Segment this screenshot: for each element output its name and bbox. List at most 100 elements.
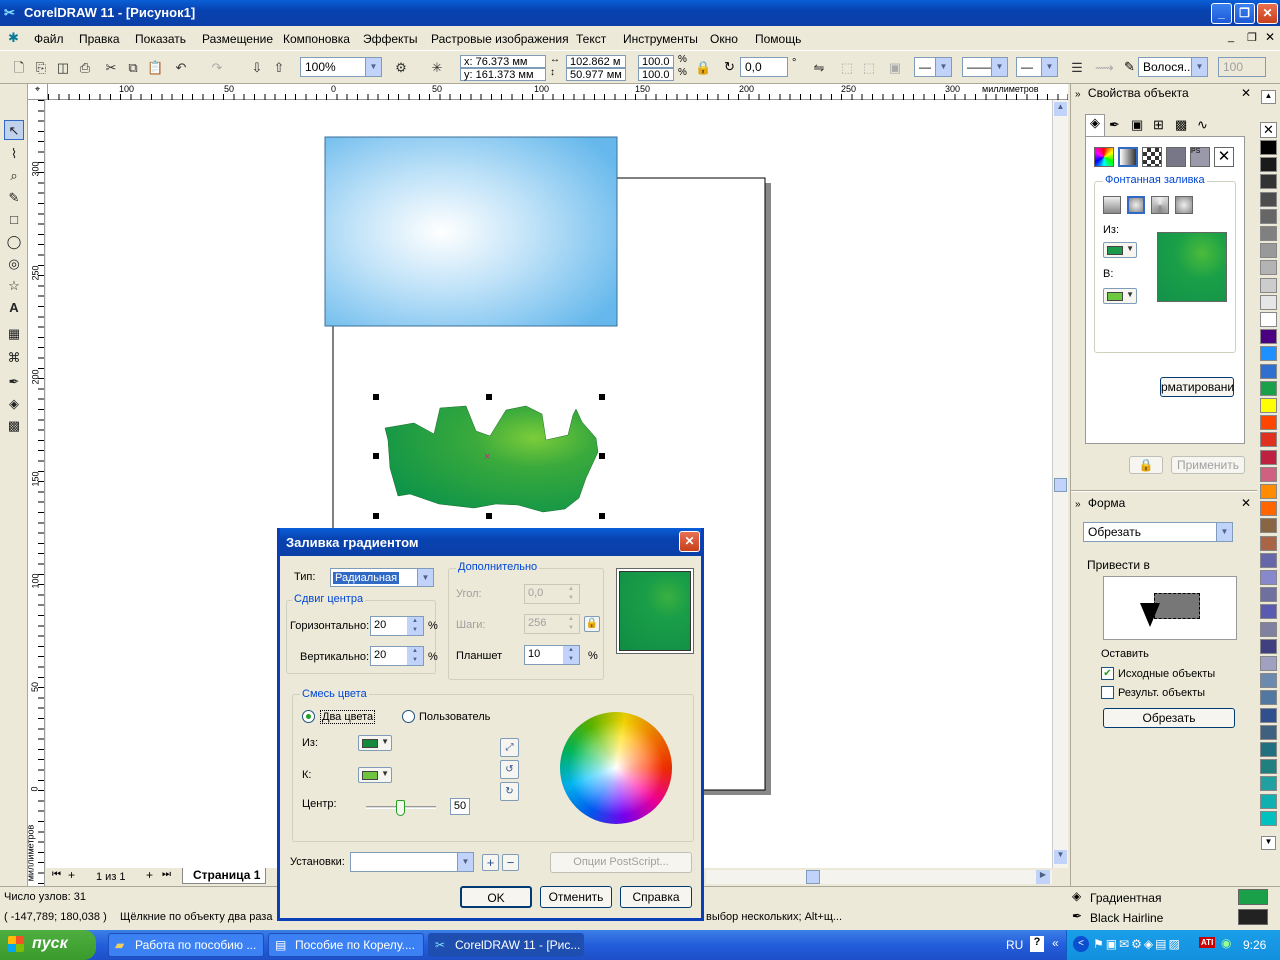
add-preset-icon[interactable]: + (482, 854, 499, 871)
palette-swatch[interactable] (1260, 208, 1277, 224)
y-position-field[interactable]: y: 161.373 мм (460, 68, 546, 81)
steps-lock-icon[interactable]: 🔒 (584, 616, 600, 632)
menu-layout[interactable]: Размещение (202, 32, 273, 46)
palette-up-icon[interactable]: ▲ (1261, 90, 1276, 104)
curve-tab-icon[interactable]: ∿ (1197, 117, 1208, 133)
palette-swatch[interactable] (1260, 759, 1277, 775)
palette-down-icon[interactable]: ▼ (1261, 836, 1276, 850)
polygon-tool-icon[interactable]: ☆ (4, 276, 24, 296)
menu-window[interactable]: Окно (710, 32, 738, 46)
vertical-scrollbar[interactable]: ▲ ▼ (1052, 100, 1068, 868)
vertical-ruler[interactable]: 300 250 200 150 100 50 0 миллиметров (25, 100, 45, 886)
taskbar-item-3[interactable]: ✂ CorelDRAW 11 - [Рис... (428, 933, 584, 957)
copy-icon[interactable]: ⧉ (124, 58, 142, 76)
no-fill-icon[interactable]: ✕ (1214, 147, 1234, 167)
pad-field[interactable]: 10 ▲ ▼ (524, 645, 580, 665)
conical-type-icon[interactable] (1151, 196, 1169, 214)
mid-point-value[interactable]: 50 (450, 798, 470, 815)
palette-swatch[interactable] (1260, 380, 1277, 396)
help-button[interactable]: Справка (620, 886, 692, 908)
height-field[interactable]: 50.977 мм (566, 68, 626, 81)
linear-type-icon[interactable] (1103, 196, 1121, 214)
presets-select[interactable]: ▼ (350, 852, 474, 872)
texture-fill-icon[interactable] (1166, 147, 1186, 167)
zoom-select[interactable]: 100% ▼ (300, 57, 382, 77)
horizontal-field[interactable]: 20 ▲ ▼ (370, 616, 424, 636)
help-tray-icon[interactable]: ? (1030, 936, 1044, 952)
options-icon[interactable]: ✳ (428, 58, 446, 76)
from-color-picker[interactable]: ▼ (358, 735, 392, 751)
doc-close-button[interactable]: ✕ (1265, 30, 1275, 44)
new-icon[interactable]: 🗋 (10, 58, 28, 76)
result-objects-checkbox[interactable] (1101, 686, 1114, 699)
palette-swatch[interactable] (1260, 312, 1277, 327)
scroll-right-icon[interactable]: ▶ (1036, 870, 1050, 884)
two-color-radio[interactable] (302, 710, 315, 723)
add-page-end-icon[interactable]: + (146, 868, 153, 882)
palette-swatch[interactable] (1260, 810, 1277, 826)
mid-point-slider[interactable] (366, 800, 436, 816)
uniform-fill-icon[interactable] (1094, 147, 1114, 167)
hscroll-thumb[interactable] (806, 870, 820, 884)
start-button[interactable]: пуск (0, 930, 96, 960)
scroll-up-icon[interactable]: ▲ (1054, 102, 1067, 116)
palette-swatch[interactable] (1260, 449, 1277, 465)
tab-page-1[interactable]: Страница 1 (182, 868, 266, 884)
palette-swatch[interactable] (1260, 724, 1277, 740)
format-button[interactable]: рматировани (1160, 377, 1234, 397)
close-icon[interactable]: ✕ (1241, 496, 1251, 510)
custom-radio[interactable] (402, 710, 415, 723)
menu-edit[interactable]: Правка (79, 32, 120, 46)
add-page-icon[interactable]: + (68, 868, 75, 882)
to-color-picker[interactable]: ▼ (1103, 288, 1137, 304)
weld-icon[interactable]: ⬚ (838, 58, 856, 76)
spin-arrows-icon[interactable]: ▲ ▼ (407, 617, 423, 635)
palette-swatch[interactable] (1260, 535, 1277, 551)
palette-swatch[interactable] (1260, 140, 1277, 155)
transparency-tab-icon[interactable]: ▩ (1175, 117, 1187, 133)
menu-help[interactable]: Помощь (755, 32, 801, 46)
export-icon[interactable]: ⇧ (270, 58, 288, 76)
direct-blend-icon[interactable]: ⤢ (500, 738, 519, 757)
menu-file[interactable]: Файл (34, 32, 64, 46)
palette-swatch[interactable] (1260, 604, 1277, 620)
spin-arrows-icon[interactable]: ▲ ▼ (407, 647, 423, 665)
palette-swatch[interactable] (1260, 518, 1277, 534)
snap-icon[interactable]: ⚙ (392, 58, 410, 76)
no-color-swatch[interactable]: ✕ (1260, 122, 1277, 138)
trim-icon[interactable]: ⬚ (860, 58, 878, 76)
palette-swatch[interactable] (1260, 277, 1277, 293)
to-curves-icon[interactable]: ⟿ (1094, 58, 1114, 76)
size-tab-icon[interactable]: ▣ (1131, 117, 1143, 133)
save-icon[interactable]: ◫ (54, 58, 72, 76)
close-button[interactable]: ✕ (1257, 3, 1278, 24)
palette-swatch[interactable] (1260, 742, 1277, 757)
taskbar-item-2[interactable]: ▤ Пособие по Корелу.... (268, 933, 424, 957)
rectangle-tool-icon[interactable]: □ (4, 210, 24, 230)
palette-swatch[interactable] (1260, 673, 1277, 689)
ruler-corner[interactable]: ⌖ (28, 84, 48, 100)
scroll-down-icon[interactable]: ▼ (1054, 850, 1067, 864)
slider-thumb[interactable] (396, 800, 405, 816)
doc-restore-button[interactable]: ❐ (1247, 31, 1257, 44)
angle-field[interactable]: 0,0 ▲ ▼ (524, 584, 580, 604)
position-tab-icon[interactable]: ⊞ (1153, 117, 1164, 133)
docker-arrow-icon[interactable]: » (1075, 89, 1081, 100)
scale-y-field[interactable]: 100.0 (638, 68, 674, 81)
fill-tab-icon[interactable]: ◈ (1085, 114, 1105, 136)
palette-swatch[interactable] (1260, 226, 1277, 241)
palette-swatch[interactable] (1260, 501, 1277, 517)
interactive-tool-icon[interactable]: ▦ (4, 324, 24, 344)
zoom-tool-icon[interactable]: ⌕ (4, 166, 24, 186)
pick-tool-icon[interactable]: ↖ (4, 120, 24, 140)
palette-swatch[interactable] (1260, 398, 1277, 413)
freehand-tool-icon[interactable]: ✎ (4, 188, 24, 208)
palette-swatch[interactable] (1260, 260, 1277, 276)
palette-swatch[interactable] (1260, 638, 1277, 654)
source-objects-checkbox[interactable]: ✔ (1101, 667, 1114, 680)
palette-swatch[interactable] (1260, 793, 1277, 809)
width-field[interactable]: 102.862 м (566, 55, 626, 68)
fill-tool-icon[interactable]: ◈ (4, 394, 24, 414)
palette-swatch[interactable] (1260, 552, 1277, 568)
palette-swatch[interactable] (1260, 621, 1277, 637)
